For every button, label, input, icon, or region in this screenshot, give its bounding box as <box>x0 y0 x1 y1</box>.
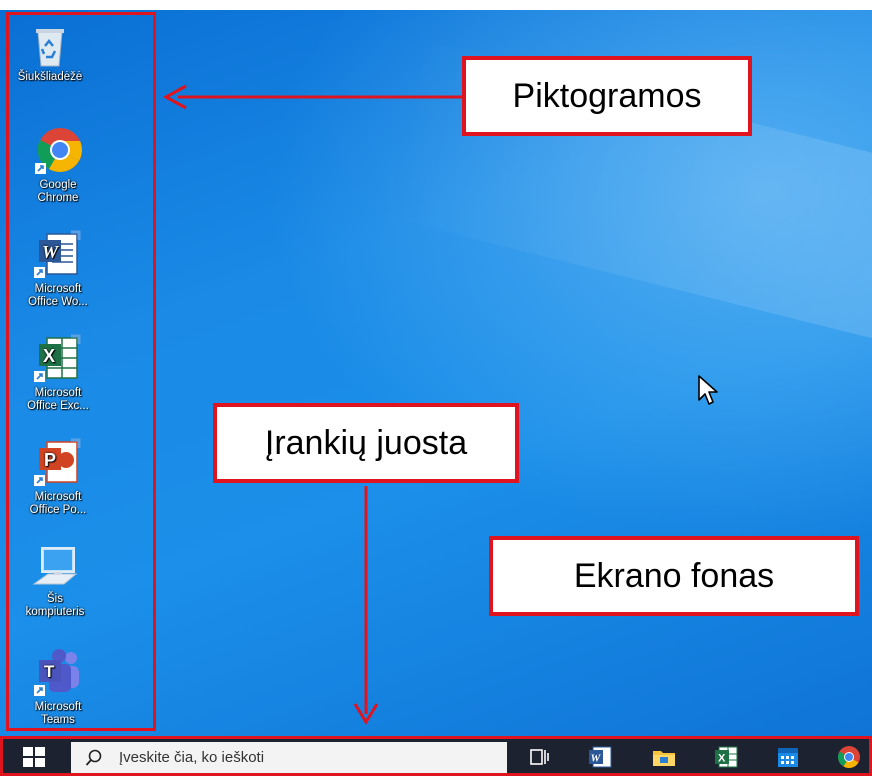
callout-taskbar: Įrankių juosta <box>213 403 519 483</box>
svg-text:X: X <box>718 753 726 765</box>
taskbar-search-box[interactable] <box>71 742 507 773</box>
callout-background-text: Ekrano fonas <box>573 556 775 595</box>
desktop-background[interactable]: Šiukšliadėžė Google Chrome W Microsoft O… <box>0 10 872 736</box>
file-explorer-icon[interactable] <box>651 745 677 769</box>
search-icon <box>85 749 102 766</box>
search-input[interactable] <box>119 746 489 768</box>
callout-icons: Piktogramos <box>462 56 752 136</box>
callout-background: Ekrano fonas <box>489 536 859 616</box>
callout-icons-text: Piktogramos <box>512 76 702 115</box>
windows-start-icon[interactable] <box>23 747 45 767</box>
svg-text:W: W <box>591 753 602 765</box>
taskbar-word-icon[interactable]: W <box>587 745 613 769</box>
taskbar-chrome-icon[interactable] <box>836 745 862 769</box>
taskbar-excel-icon[interactable]: X <box>713 745 739 769</box>
task-view-icon[interactable] <box>527 745 553 769</box>
callout-taskbar-text: Įrankių juosta <box>264 423 468 462</box>
calendar-icon[interactable] <box>775 745 801 769</box>
taskbar: W X <box>0 736 872 776</box>
